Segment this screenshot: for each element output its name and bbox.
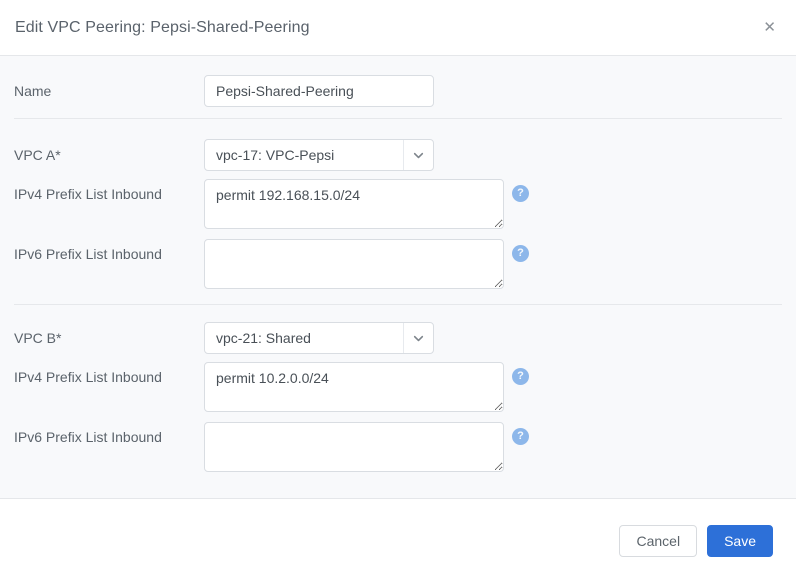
- help-icon[interactable]: ?: [512, 428, 529, 445]
- modal-title: Edit VPC Peering: Pepsi-Shared-Peering: [15, 19, 310, 37]
- vpc-b-ipv6-label: IPv6 Prefix List Inbound: [14, 422, 204, 445]
- edit-vpc-peering-modal: Edit VPC Peering: Pepsi-Shared-Peering ✕…: [0, 0, 796, 576]
- vpc-a-row: VPC A* vpc-17: VPC-Pepsi: [14, 139, 782, 171]
- chevron-down-icon: [404, 323, 433, 353]
- help-icon[interactable]: ?: [512, 245, 529, 262]
- name-row: Name: [14, 75, 782, 107]
- vpc-b-ipv4-label: IPv4 Prefix List Inbound: [14, 362, 204, 385]
- vpc-a-ipv4-row: IPv4 Prefix List Inbound permit 192.168.…: [14, 179, 782, 229]
- vpc-a-ipv4-label: IPv4 Prefix List Inbound: [14, 179, 204, 202]
- chevron-down-icon: [404, 140, 433, 170]
- section-divider: [14, 118, 782, 119]
- cancel-button[interactable]: Cancel: [619, 525, 697, 557]
- name-label: Name: [14, 83, 204, 99]
- vpc-b-ipv6-row: IPv6 Prefix List Inbound ?: [14, 422, 782, 472]
- section-divider: [14, 304, 782, 305]
- vpc-a-selected-value: vpc-17: VPC-Pepsi: [205, 140, 403, 170]
- vpc-a-label: VPC A*: [14, 147, 204, 163]
- name-input[interactable]: [204, 75, 434, 107]
- vpc-b-label: VPC B*: [14, 330, 204, 346]
- vpc-a-ipv6-label: IPv6 Prefix List Inbound: [14, 239, 204, 262]
- vpc-b-ipv4-row: IPv4 Prefix List Inbound permit 10.2.0.0…: [14, 362, 782, 412]
- vpc-a-select[interactable]: vpc-17: VPC-Pepsi: [204, 139, 434, 171]
- vpc-b-selected-value: vpc-21: Shared: [205, 323, 403, 353]
- modal-body: Name VPC A* vpc-17: VPC-Pepsi IPv4 Pref: [0, 56, 796, 498]
- help-icon[interactable]: ?: [512, 185, 529, 202]
- modal-header: Edit VPC Peering: Pepsi-Shared-Peering ✕: [0, 0, 796, 56]
- save-button[interactable]: Save: [707, 525, 773, 557]
- vpc-b-ipv4-textarea[interactable]: permit 10.2.0.0/24: [204, 362, 504, 412]
- vpc-a-ipv4-textarea[interactable]: permit 192.168.15.0/24: [204, 179, 504, 229]
- vpc-b-ipv6-textarea[interactable]: [204, 422, 504, 472]
- help-icon[interactable]: ?: [512, 368, 529, 385]
- vpc-b-select[interactable]: vpc-21: Shared: [204, 322, 434, 354]
- vpc-a-ipv6-row: IPv6 Prefix List Inbound ?: [14, 239, 782, 289]
- vpc-b-row: VPC B* vpc-21: Shared: [14, 322, 782, 354]
- vpc-a-ipv6-textarea[interactable]: [204, 239, 504, 289]
- modal-footer: Cancel Save: [0, 498, 796, 577]
- close-icon[interactable]: ✕: [759, 16, 780, 39]
